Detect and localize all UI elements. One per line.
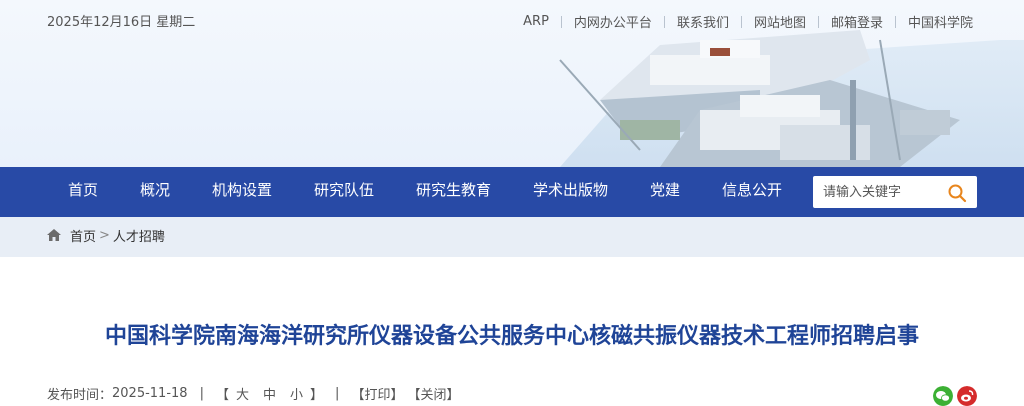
article-meta: 发布时间： 2025-11-18 | 【 大 中 小 】 | 【打印】 【关闭】 xyxy=(47,384,465,403)
nav-item-information-disclosure[interactable]: 信息公开 xyxy=(722,167,782,217)
top-link-sitemap[interactable]: 网站地图 xyxy=(742,12,818,31)
top-link-mail-login[interactable]: 邮箱登录 xyxy=(819,12,895,31)
top-link-intranet[interactable]: 内网办公平台 xyxy=(562,12,664,31)
font-size-large[interactable]: 大 xyxy=(236,384,249,403)
weibo-icon[interactable] xyxy=(957,386,977,406)
meta-divider: | xyxy=(335,386,340,401)
nav-item-publications[interactable]: 学术出版物 xyxy=(533,167,608,217)
font-size-open-bracket: 【 xyxy=(215,388,229,403)
top-links: ARP 内网办公平台 联系我们 网站地图 邮箱登录 中国科学院 xyxy=(511,12,973,31)
nav-item-departments[interactable]: 机构设置 xyxy=(212,167,272,217)
print-link[interactable]: 【打印】 xyxy=(351,384,403,403)
top-link-cas[interactable]: 中国科学院 xyxy=(896,12,973,31)
nav-item-home[interactable]: 首页 xyxy=(68,167,98,217)
publish-date: 2025-11-18 xyxy=(112,386,188,401)
search-box xyxy=(813,176,977,208)
font-size-medium[interactable]: 中 xyxy=(263,384,276,403)
home-icon xyxy=(47,229,61,241)
wechat-icon[interactable] xyxy=(933,386,953,406)
breadcrumb-bar: 首页 > 人才招聘 xyxy=(0,217,1024,257)
current-date: 2025年12月16日 星期二 xyxy=(47,15,196,30)
nav-item-research-team[interactable]: 研究队伍 xyxy=(314,167,374,217)
publish-label: 发布时间： xyxy=(47,388,113,403)
font-size-small[interactable]: 小 xyxy=(290,384,303,403)
font-size-close-bracket: 】 xyxy=(310,388,324,403)
breadcrumb-home-link[interactable]: 首页 xyxy=(70,226,96,245)
meta-divider: | xyxy=(199,386,204,401)
close-link[interactable]: 【关闭】 xyxy=(407,384,459,403)
nav-item-graduate-education[interactable]: 研究生教育 xyxy=(416,167,491,217)
article-title: 中国科学院南海海洋研究所仪器设备公共服务中心核磁共振仪器技术工程师招聘启事 xyxy=(104,324,919,349)
nav-item-party-building[interactable]: 党建 xyxy=(650,167,680,217)
top-link-contact[interactable]: 联系我们 xyxy=(665,12,741,31)
search-input[interactable] xyxy=(813,176,943,208)
search-icon[interactable] xyxy=(947,183,967,203)
breadcrumb-current[interactable]: 人才招聘 xyxy=(113,226,165,245)
top-link-arp[interactable]: ARP xyxy=(511,14,561,29)
breadcrumb-separator: > xyxy=(99,227,110,243)
nav-item-overview[interactable]: 概况 xyxy=(140,167,170,217)
breadcrumb: 首页 > 人才招聘 xyxy=(47,217,165,253)
page-header: 2025年12月16日 星期二 ARP 内网办公平台 联系我们 网站地图 邮箱登… xyxy=(0,0,1024,167)
